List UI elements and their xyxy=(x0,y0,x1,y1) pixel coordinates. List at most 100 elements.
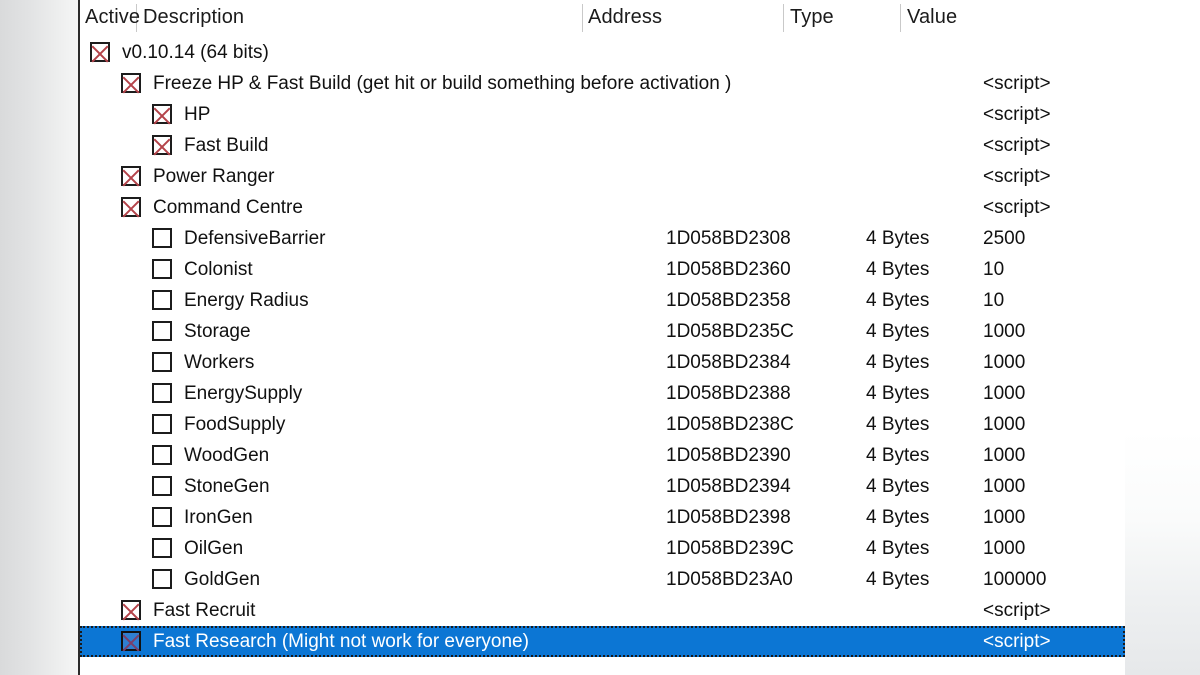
row-type[interactable]: 4 Bytes xyxy=(866,567,929,592)
column-separator-address[interactable] xyxy=(783,4,784,32)
row-description[interactable]: DefensiveBarrier xyxy=(184,226,326,251)
row-type[interactable]: 4 Bytes xyxy=(866,226,929,251)
row-value[interactable]: 1000 xyxy=(983,474,1025,499)
column-header-active[interactable]: Active xyxy=(85,6,140,29)
row-value[interactable]: <script> xyxy=(983,629,1051,654)
row-address[interactable]: 1D058BD2360 xyxy=(666,257,791,282)
row-type[interactable]: 4 Bytes xyxy=(866,381,929,406)
active-checkbox-checked[interactable] xyxy=(90,42,110,62)
row-description[interactable]: WoodGen xyxy=(184,443,269,468)
row-description[interactable]: HP xyxy=(184,102,210,127)
table-row[interactable]: FoodSupply 1D058BD238C 4 Bytes 1000 xyxy=(80,409,1125,440)
row-description[interactable]: Storage xyxy=(184,319,251,344)
active-checkbox-unchecked[interactable] xyxy=(152,569,172,589)
active-checkbox-checked[interactable] xyxy=(121,73,141,93)
row-description[interactable]: Energy Radius xyxy=(184,288,309,313)
row-description[interactable]: EnergySupply xyxy=(184,381,302,406)
column-header-address[interactable]: Address xyxy=(588,6,662,29)
row-description[interactable]: v0.10.14 (64 bits) xyxy=(122,40,269,65)
row-address[interactable]: 1D058BD2384 xyxy=(666,350,791,375)
row-type[interactable]: 4 Bytes xyxy=(866,257,929,282)
row-value[interactable]: <script> xyxy=(983,195,1051,220)
row-address[interactable]: 1D058BD238C xyxy=(666,412,794,437)
active-checkbox-unchecked[interactable] xyxy=(152,228,172,248)
table-row[interactable]: Fast Research (Might not work for everyo… xyxy=(80,626,1125,657)
table-row[interactable]: IronGen 1D058BD2398 4 Bytes 1000 xyxy=(80,502,1125,533)
active-checkbox-checked[interactable] xyxy=(121,197,141,217)
row-description[interactable]: Freeze HP & Fast Build (get hit or build… xyxy=(153,71,731,96)
active-checkbox-unchecked[interactable] xyxy=(152,259,172,279)
row-address[interactable]: 1D058BD235C xyxy=(666,319,794,344)
table-row[interactable]: Freeze HP & Fast Build (get hit or build… xyxy=(80,68,1125,99)
active-checkbox-checked[interactable] xyxy=(121,631,141,651)
row-value[interactable]: <script> xyxy=(983,102,1051,127)
row-type[interactable]: 4 Bytes xyxy=(866,319,929,344)
row-type[interactable]: 4 Bytes xyxy=(866,350,929,375)
row-description[interactable]: Fast Build xyxy=(184,133,268,158)
row-address[interactable]: 1D058BD239C xyxy=(666,536,794,561)
table-row[interactable]: StoneGen 1D058BD2394 4 Bytes 1000 xyxy=(80,471,1125,502)
row-value[interactable]: 10 xyxy=(983,288,1004,313)
row-description[interactable]: OilGen xyxy=(184,536,243,561)
active-checkbox-unchecked[interactable] xyxy=(152,290,172,310)
row-value[interactable]: <script> xyxy=(983,71,1051,96)
active-checkbox-checked[interactable] xyxy=(152,135,172,155)
table-row[interactable]: GoldGen 1D058BD23A0 4 Bytes 100000 xyxy=(80,564,1125,595)
row-description[interactable]: Power Ranger xyxy=(153,164,274,189)
row-description[interactable]: FoodSupply xyxy=(184,412,285,437)
row-value[interactable]: 100000 xyxy=(983,567,1046,592)
row-type[interactable]: 4 Bytes xyxy=(866,443,929,468)
active-checkbox-unchecked[interactable] xyxy=(152,352,172,372)
column-header-value[interactable]: Value xyxy=(907,6,957,29)
table-row[interactable]: Fast Build <script> xyxy=(80,130,1125,161)
row-type[interactable]: 4 Bytes xyxy=(866,288,929,313)
row-value[interactable]: 2500 xyxy=(983,226,1025,251)
row-type[interactable]: 4 Bytes xyxy=(866,412,929,437)
cheat-table[interactable]: Active Description Address Type Value v0… xyxy=(78,0,1125,675)
row-value[interactable]: 1000 xyxy=(983,350,1025,375)
row-description[interactable]: Command Centre xyxy=(153,195,303,220)
column-header-description[interactable]: Description xyxy=(143,6,244,29)
row-value[interactable]: <script> xyxy=(983,133,1051,158)
row-address[interactable]: 1D058BD2390 xyxy=(666,443,791,468)
active-checkbox-checked[interactable] xyxy=(152,104,172,124)
table-row[interactable]: HP <script> xyxy=(80,99,1125,130)
row-address[interactable]: 1D058BD2358 xyxy=(666,288,791,313)
active-checkbox-unchecked[interactable] xyxy=(152,414,172,434)
table-row[interactable]: Power Ranger <script> xyxy=(80,161,1125,192)
table-row[interactable]: Storage 1D058BD235C 4 Bytes 1000 xyxy=(80,316,1125,347)
table-row[interactable]: Command Centre <script> xyxy=(80,192,1125,223)
column-separator-description[interactable] xyxy=(582,4,583,32)
row-type[interactable]: 4 Bytes xyxy=(866,505,929,530)
row-description[interactable]: StoneGen xyxy=(184,474,270,499)
active-checkbox-unchecked[interactable] xyxy=(152,476,172,496)
row-value[interactable]: <script> xyxy=(983,164,1051,189)
row-description[interactable]: Fast Recruit xyxy=(153,598,255,623)
table-row[interactable]: Colonist 1D058BD2360 4 Bytes 10 xyxy=(80,254,1125,285)
table-row[interactable]: WoodGen 1D058BD2390 4 Bytes 1000 xyxy=(80,440,1125,471)
table-row[interactable]: OilGen 1D058BD239C 4 Bytes 1000 xyxy=(80,533,1125,564)
row-value[interactable]: <script> xyxy=(983,598,1051,623)
row-description[interactable]: Fast Research (Might not work for everyo… xyxy=(153,629,529,654)
active-checkbox-unchecked[interactable] xyxy=(152,383,172,403)
row-value[interactable]: 1000 xyxy=(983,412,1025,437)
row-value[interactable]: 1000 xyxy=(983,319,1025,344)
row-address[interactable]: 1D058BD2388 xyxy=(666,381,791,406)
table-row[interactable]: Energy Radius 1D058BD2358 4 Bytes 10 xyxy=(80,285,1125,316)
row-address[interactable]: 1D058BD2308 xyxy=(666,226,791,251)
table-row[interactable]: v0.10.14 (64 bits) xyxy=(80,37,1125,68)
row-value[interactable]: 1000 xyxy=(983,536,1025,561)
table-row[interactable]: DefensiveBarrier 1D058BD2308 4 Bytes 2500 xyxy=(80,223,1125,254)
row-type[interactable]: 4 Bytes xyxy=(866,536,929,561)
row-address[interactable]: 1D058BD2398 xyxy=(666,505,791,530)
row-value[interactable]: 1000 xyxy=(983,381,1025,406)
row-description[interactable]: Colonist xyxy=(184,257,253,282)
active-checkbox-checked[interactable] xyxy=(121,600,141,620)
table-row[interactable]: EnergySupply 1D058BD2388 4 Bytes 1000 xyxy=(80,378,1125,409)
active-checkbox-unchecked[interactable] xyxy=(152,321,172,341)
active-checkbox-unchecked[interactable] xyxy=(152,445,172,465)
row-value[interactable]: 10 xyxy=(983,257,1004,282)
row-type[interactable]: 4 Bytes xyxy=(866,474,929,499)
table-row[interactable]: Workers 1D058BD2384 4 Bytes 1000 xyxy=(80,347,1125,378)
active-checkbox-unchecked[interactable] xyxy=(152,507,172,527)
